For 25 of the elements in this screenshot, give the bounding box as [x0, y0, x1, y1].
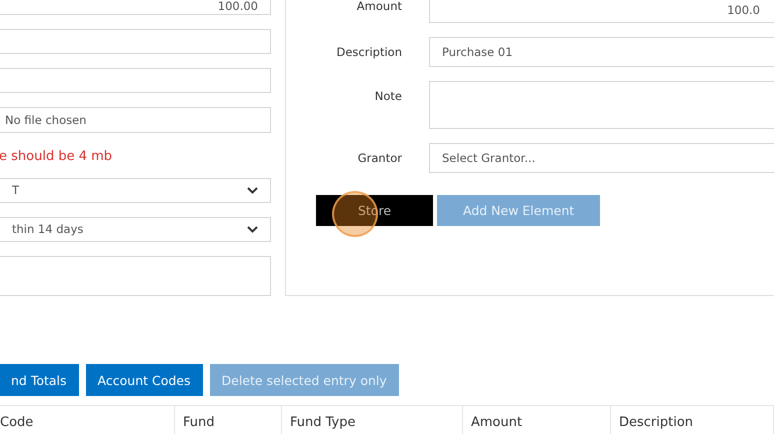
- textarea-field[interactable]: [0, 256, 271, 296]
- action-button[interactable]: nd Totals: [0, 364, 79, 396]
- column-header: Description: [611, 406, 774, 434]
- field-label: Description: [336, 44, 403, 59]
- column-header: Amount: [463, 406, 611, 434]
- chevron-down-icon: [247, 186, 258, 194]
- select-field[interactable]: thin 14 days: [0, 216, 271, 242]
- column-header: Code: [0, 406, 175, 434]
- file-input[interactable]: No file chosen: [0, 107, 271, 133]
- field-label: Amount: [356, 0, 403, 13]
- input-field[interactable]: [0, 68, 271, 94]
- action-button[interactable]: Account Codes: [86, 364, 203, 396]
- chevron-down-icon: [247, 226, 258, 233]
- field-label: Note: [374, 88, 403, 103]
- input-field[interactable]: 100.00: [0, 0, 271, 16]
- input-field[interactable]: [0, 29, 271, 54]
- column-header: Fund Type: [282, 406, 463, 434]
- error-message: e should be 4 mb: [0, 148, 114, 166]
- textarea-field[interactable]: [429, 81, 774, 129]
- select-field[interactable]: Select Grantor...: [429, 143, 774, 173]
- input-field[interactable]: Purchase 01: [429, 37, 774, 67]
- input-field[interactable]: 100.0: [429, 0, 774, 23]
- column-header: Fund: [175, 406, 282, 434]
- field-label: Grantor: [356, 150, 403, 165]
- select-field[interactable]: T: [0, 178, 271, 203]
